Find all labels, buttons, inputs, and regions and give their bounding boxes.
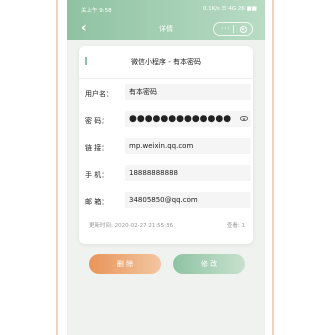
updated-time: 更新时间: 2020-02-27 21:55:36 xyxy=(89,223,174,229)
field-username: 用户名： 有本密码 xyxy=(85,84,251,102)
detail-card: 微信小程序 - 有本密码 用户名： 有本密码 密 码： ●●●●●●●●●●●●… xyxy=(79,46,253,244)
password-field[interactable]: ●●●●●●●●●●●●● xyxy=(125,111,251,127)
email-field[interactable]: 34805850@qq.com xyxy=(125,192,251,208)
eye-icon[interactable] xyxy=(240,116,248,121)
field-label: 邮 箱： xyxy=(85,198,109,206)
mini-program-capsule: ··· xyxy=(213,22,253,36)
status-carrier: 关上午 9:58 xyxy=(81,8,112,14)
field-link: 链 接： mp.weixin.qq.com xyxy=(85,138,251,156)
nav-bar: ‹ 详情 ··· xyxy=(67,18,265,40)
field-label: 链 接： xyxy=(85,144,109,152)
view-count: 查看: 1 xyxy=(226,223,245,229)
field-password: 密 码： ●●●●●●●●●●●●● xyxy=(85,111,251,129)
app-screen: 关上午 9:58 0.1K/s ☰ 4G 26 ■■ ‹ 详情 ··· 微信小程… xyxy=(67,0,265,335)
delete-button[interactable]: 删 除 xyxy=(89,254,161,274)
link-field[interactable]: mp.weixin.qq.com xyxy=(125,138,251,154)
card-title: 微信小程序 - 有本密码 xyxy=(131,58,201,66)
phone-field[interactable]: 18888888888 xyxy=(125,165,251,181)
card-header: 微信小程序 - 有本密码 xyxy=(79,46,253,79)
status-bar: 关上午 9:58 0.1K/s ☰ 4G 26 ■■ xyxy=(67,0,265,18)
more-dots-icon[interactable]: ··· xyxy=(221,24,230,34)
edit-button[interactable]: 修 改 xyxy=(173,254,245,274)
username-field[interactable]: 有本密码 xyxy=(125,84,251,100)
capsule-divider xyxy=(233,25,234,33)
field-label: 密 码： xyxy=(85,117,109,125)
close-target-icon[interactable] xyxy=(240,25,247,33)
field-label: 手 机： xyxy=(85,171,109,179)
password-mask: ●●●●●●●●●●●●● xyxy=(129,114,232,124)
status-indicators: 0.1K/s ☰ 4G 26 ■■ xyxy=(202,6,257,12)
field-label: 用户名： xyxy=(85,90,113,98)
field-email: 邮 箱： 34805850@qq.com xyxy=(85,192,251,210)
field-phone: 手 机： 18888888888 xyxy=(85,165,251,183)
